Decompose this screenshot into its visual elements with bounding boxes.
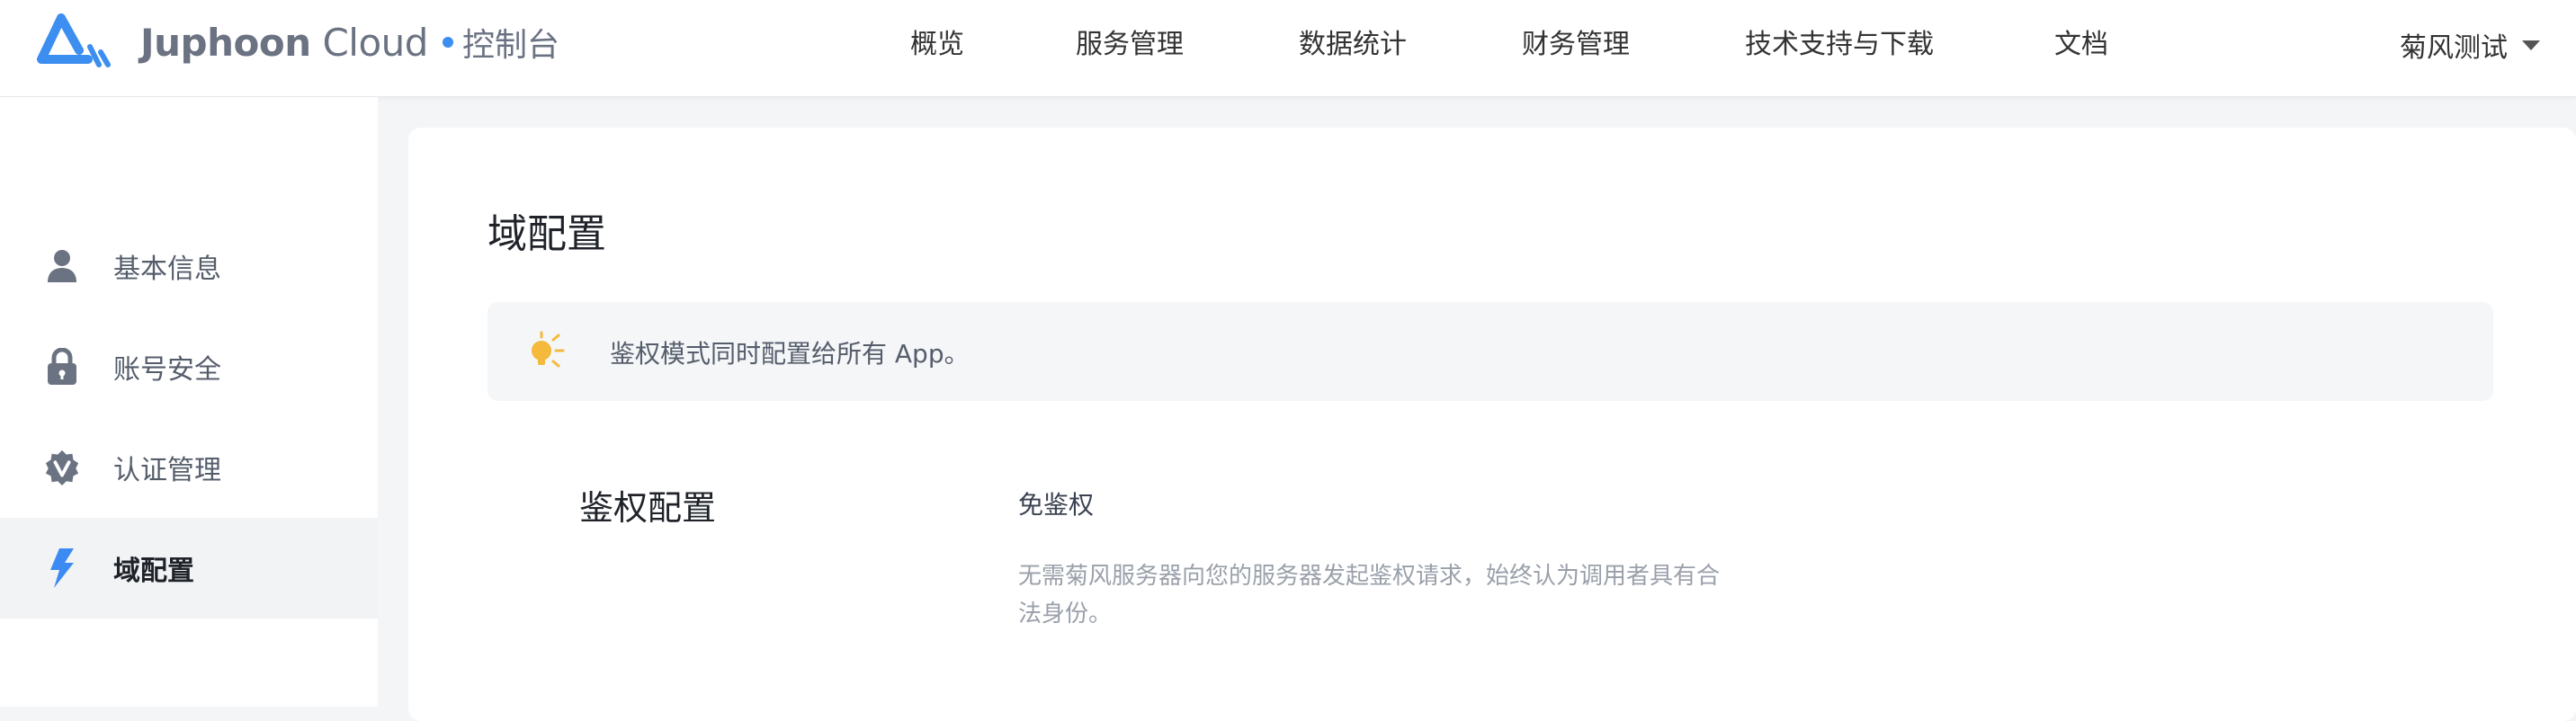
sidebar-item-basic-info[interactable]: 基本信息 [0,216,378,316]
lightbulb-icon [523,329,568,374]
auth-mode-description: 无需菊风服务器向您的服务器发起鉴权请求，始终认为调用者具有合法身份。 [1018,563,1721,628]
user-icon [43,247,81,285]
sidebar-item-label: 域配置 [113,556,194,587]
nav-data-statistics[interactable]: 数据统计 [1299,25,1407,65]
sidebar-item-label: 基本信息 [113,254,221,285]
sidebar-item-label: 认证管理 [113,455,221,486]
sidebar-item-account-security[interactable]: 账号安全 [0,316,378,417]
chevron-down-icon [2522,40,2540,50]
lightning-icon [43,548,81,588]
sidebar: 基本信息 账号安全 认证管理 域配置 [0,97,378,707]
verified-badge-icon [43,449,81,486]
page-title: 域配置 [487,211,606,257]
sidebar-item-domain-config[interactable]: 域配置 [0,518,378,619]
nav-docs[interactable]: 文档 [2054,25,2108,65]
nav-finance-management[interactable]: 财务管理 [1522,25,1630,65]
main-nav: 概览 服务管理 数据统计 财务管理 技术支持与下载 文档 [0,25,2576,65]
content-panel: 域配置 鉴权模式同时配置给所有 App。 鉴权配置 免鉴权 无需菊风服务器向您的… [408,128,2576,721]
tip-text: 鉴权模式同时配置给所有 App。 [610,339,970,369]
top-header: Juphoon Cloud 控制台 概览 服务管理 数据统计 财务管理 技术支持… [0,0,2576,97]
nav-overview[interactable]: 概览 [910,25,964,65]
user-menu[interactable]: 菊风测试 [2400,25,2540,65]
sidebar-item-certification[interactable]: 认证管理 [0,417,378,518]
auth-config-label: 鉴权配置 [579,488,717,528]
user-name: 菊风测试 [2400,32,2508,64]
auth-mode-option[interactable]: 免鉴权 [1018,485,1094,521]
nav-support-download[interactable]: 技术支持与下载 [1745,25,1934,65]
sidebar-item-label: 账号安全 [113,354,221,386]
info-tip-box: 鉴权模式同时配置给所有 App。 [487,302,2493,401]
lock-icon [43,348,81,386]
nav-service-management[interactable]: 服务管理 [1076,25,1184,65]
